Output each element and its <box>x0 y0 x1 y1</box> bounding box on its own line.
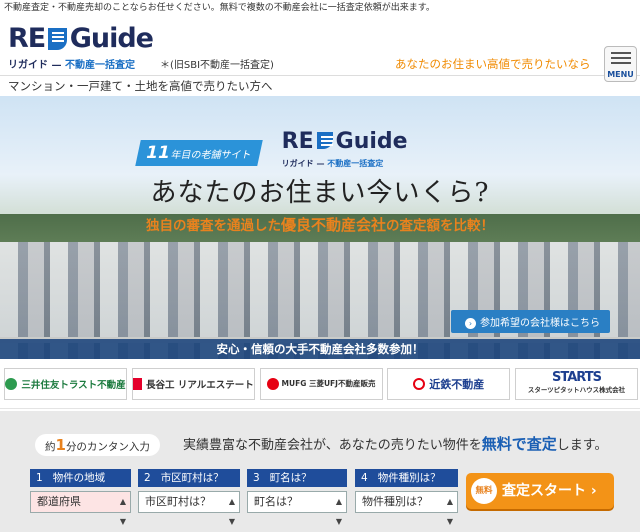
old-service-name: ＊(旧SBI不動産一括査定) <box>160 60 274 71</box>
hamburger-icon <box>610 52 631 54</box>
partner-logo-mufg[interactable]: MUFG 三菱UFJ不動産販売 <box>259 367 383 400</box>
menu-label: MENU <box>607 70 634 79</box>
hero-strip: 安心・信頼の大手不動産会社多数参加！ <box>0 339 640 359</box>
field-property-type-label: 4 物件種別は？ <box>355 469 458 487</box>
field-city: 2 市区町村は？ 市区町村は？ ▲ ▼ <box>138 469 240 529</box>
kintetsu-logo-icon <box>413 377 426 390</box>
property-type-select[interactable]: 物件種別は？ ▲ ▼ <box>355 491 458 526</box>
free-badge: 無料 <box>471 478 497 504</box>
arrow-right-icon: › <box>465 318 476 329</box>
haseko-logo-icon <box>132 377 143 390</box>
hero-subtitle: 独自の審査を通過した優良不動産会社の査定額を比較！ <box>145 216 494 234</box>
hero-badge-row: 11年目の老舗サイト RE Guide リガイド — 不動産一括査定 <box>135 129 408 175</box>
hero-logo: RE Guide リガイド — 不動産一括査定 <box>281 129 408 169</box>
select-arrows-icon: ▲ ▼ <box>335 497 342 526</box>
site-logo[interactable]: RE Guide リガイド — 不動産一括査定 <box>8 23 154 72</box>
building-icon <box>316 132 333 149</box>
quick-assessment-form: 約1分のカンタン入力 実績豊富な不動産会社が、あなたの売りたい物件を無料で査定し… <box>0 411 640 532</box>
page-subtitle: マンション・一戸建て・土地を高値で売りたい方へ <box>8 79 273 93</box>
partner-logos: 三井住友トラスト不動産 長谷工 リアルエステート MUFG 三菱UFJ不動産販売… <box>0 359 640 409</box>
partner-logo-mitsui[interactable]: 三井住友トラスト不動産 <box>4 367 127 400</box>
menu-button[interactable]: MENU <box>604 46 637 82</box>
field-region: 1 物件の地域 都道府県 ▲ ▼ <box>30 469 131 529</box>
top-notice: 不動産査定・不動産売却のことならお任せください。無料で複数の不動産会社に一括査定… <box>4 3 435 13</box>
logo-re: RE <box>8 23 46 54</box>
prefecture-select[interactable]: 都道府県 ▲ ▼ <box>30 491 131 526</box>
hero-title: あなたのお住まい今いくら? <box>150 178 490 208</box>
mufg-logo-icon <box>266 377 279 390</box>
field-town: 3 町名は？ 町名は？ ▲ ▼ <box>247 469 347 529</box>
partner-request-button[interactable]: › 参加希望の会社様はこちら <box>451 310 610 333</box>
mitsui-logo-icon <box>5 377 18 390</box>
header-catchphrase: あなたのお住まい高値で売りたいなら <box>395 57 591 71</box>
logo-wordmark: RE Guide <box>8 23 154 54</box>
logo-guide: Guide <box>69 23 154 54</box>
select-arrows-icon: ▲ ▼ <box>119 497 126 526</box>
partner-logo-haseko[interactable]: 長谷工 リアルエステート <box>131 367 255 400</box>
start-assessment-button[interactable]: 無料 査定スタート › <box>466 473 614 509</box>
building-icon <box>48 28 67 50</box>
partner-logo-starts[interactable]: STARTS スターツピタットハウス株式会社 <box>515 367 638 400</box>
logo-subtitle: リガイド — 不動産一括査定 <box>8 60 135 71</box>
hero-banner: 11年目の老舗サイト RE Guide リガイド — 不動産一括査定 あなたのお住… <box>0 96 640 359</box>
field-city-label: 2 市区町村は？ <box>138 469 240 487</box>
field-property-type: 4 物件種別は？ 物件種別は？ ▲ ▼ <box>355 469 458 529</box>
town-select[interactable]: 町名は？ ▲ ▼ <box>247 491 347 526</box>
partner-logo-kintetsu[interactable]: 近鉄不動産 <box>387 367 511 400</box>
years-badge: 11年目の老舗サイト <box>135 140 263 166</box>
site-header: RE Guide リガイド — 不動産一括査定 ＊(旧SBI不動産一括査定) あ… <box>0 16 640 82</box>
select-arrows-icon: ▲ ▼ <box>228 497 235 526</box>
input-time-badge: 約1分のカンタン入力 <box>35 434 160 456</box>
city-select[interactable]: 市区町村は？ ▲ ▼ <box>138 491 240 526</box>
field-region-label: 1 物件の地域 <box>30 469 131 487</box>
field-town-label: 3 町名は？ <box>247 469 347 487</box>
select-arrows-icon: ▲ ▼ <box>446 497 453 526</box>
form-catchphrase: 実績豊富な不動産会社が、あなたの売りたい物件を無料で査定します。 <box>183 435 608 453</box>
